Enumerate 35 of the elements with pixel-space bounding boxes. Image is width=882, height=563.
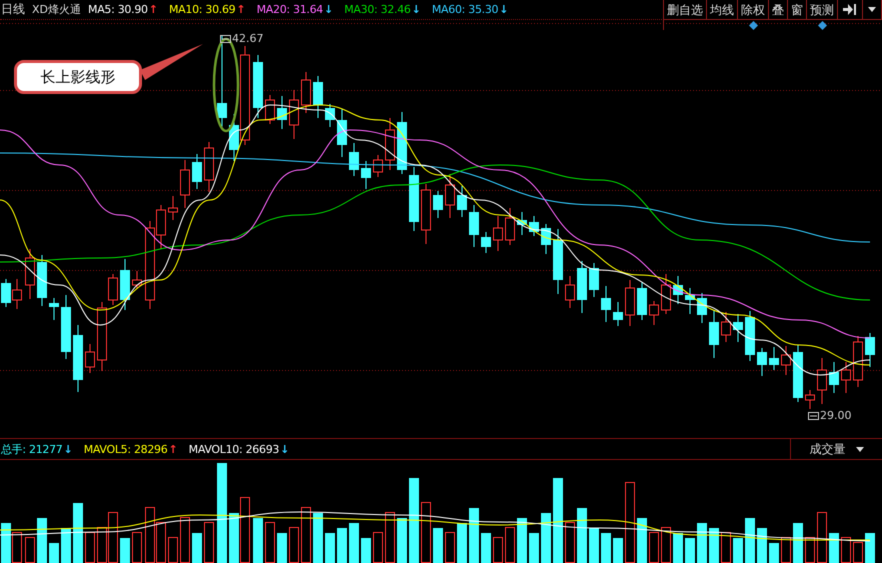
low-price-label: 29.00 — [820, 409, 852, 422]
trend-arrow: ↓ — [64, 442, 73, 456]
trend-arrow: ↑ — [168, 442, 178, 456]
high-price-label: 42.67 — [232, 32, 264, 45]
volume-indicator-value: 总手: 21277 — [1, 442, 62, 456]
caret-icon — [856, 446, 864, 452]
trend-arrow: ↓ — [280, 442, 290, 456]
indicator-value: MA10: 30.69 — [168, 3, 236, 16]
trend-arrow: ↓ — [324, 3, 334, 16]
trend-arrow: ↑ — [148, 3, 158, 16]
marker-icon — [808, 412, 819, 420]
indicator-value: MA30: 32.46 — [344, 3, 411, 16]
trend-arrow: ↓ — [499, 3, 508, 16]
period-label: 日线 — [1, 1, 25, 18]
trend-arrow: ↑ — [236, 3, 246, 16]
toolbar-button[interactable]: 叠 — [769, 0, 788, 20]
toolbar-button[interactable]: 窗 — [788, 0, 807, 20]
toolbar-button[interactable]: 删自选 — [664, 0, 707, 20]
indicator-value: MA20: 31.64 — [256, 3, 323, 16]
toolbar-button[interactable]: 除权 — [738, 0, 769, 20]
callout-label: 长上影线形 — [14, 60, 142, 94]
caret-icon — [868, 7, 876, 12]
skip-to-end-icon — [843, 4, 857, 15]
volume-indicator-value: MAVOL10: 26693 — [188, 442, 280, 456]
volume-indicator-value: MAVOL5: 28296 — [84, 442, 168, 456]
callout-pointer — [140, 44, 203, 80]
skip-to-end-button[interactable] — [838, 0, 863, 20]
indicator-value: MA5: 30.90 — [88, 3, 148, 16]
toolbar-button[interactable]: 预测 — [807, 0, 838, 20]
trend-arrow: ↓ — [412, 3, 421, 16]
toolbar-button[interactable]: 均线 — [707, 0, 738, 20]
dropdown-button[interactable] — [863, 0, 882, 20]
stock-name: XD烽火通 — [32, 2, 82, 17]
indicator-value: MA60: 35.30 — [432, 3, 498, 16]
marker-icon — [220, 34, 231, 42]
